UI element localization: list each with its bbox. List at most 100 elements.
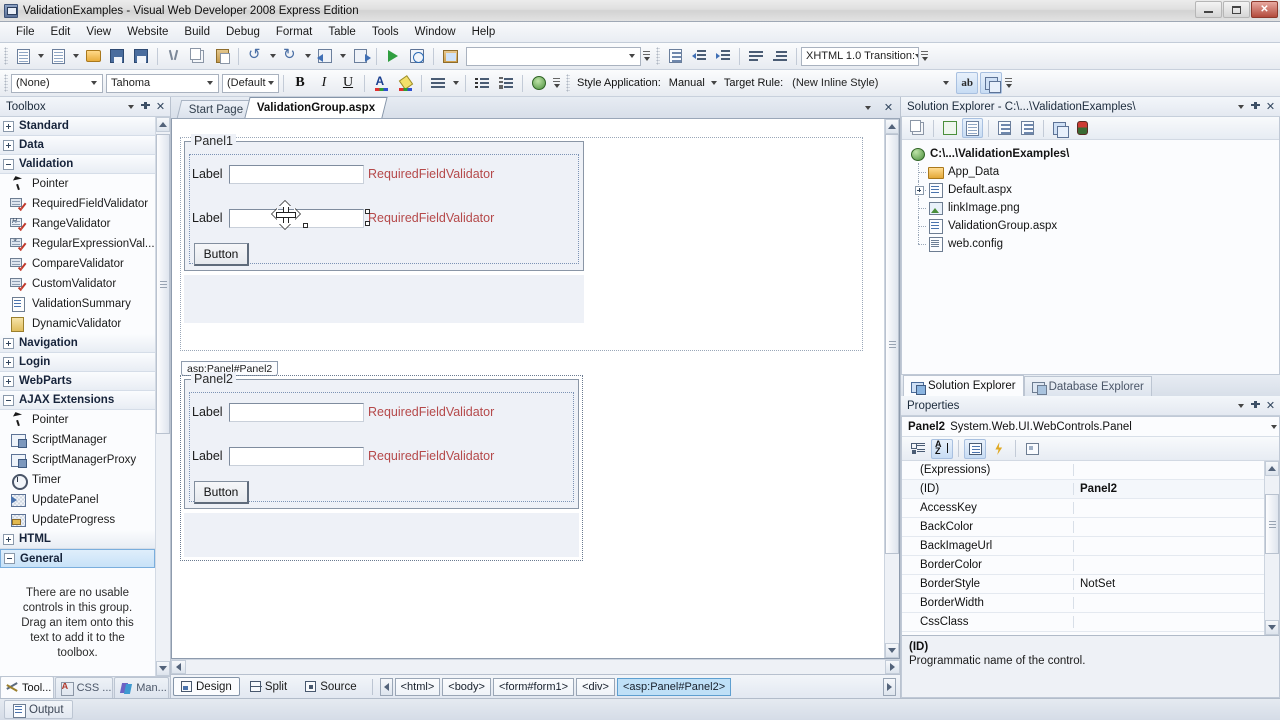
chevron-down-icon[interactable] — [625, 54, 638, 58]
expand-icon[interactable] — [3, 337, 14, 349]
dock-tab-solution-explorer[interactable]: Solution Explorer — [903, 375, 1024, 396]
navigate-backward-dropdown[interactable] — [337, 46, 348, 66]
scroll-track[interactable] — [1265, 476, 1279, 620]
add-new-item-dropdown[interactable] — [70, 46, 81, 66]
expand-icon[interactable] — [3, 533, 14, 545]
toolbox-group-data[interactable]: Data — [0, 136, 155, 155]
menu-debug[interactable]: Debug — [218, 24, 268, 40]
toolbox-menu-button[interactable] — [123, 99, 138, 114]
chevron-down-icon[interactable] — [1271, 424, 1277, 429]
scroll-down-button[interactable] — [885, 643, 899, 658]
toolbar-grip[interactable] — [566, 74, 570, 92]
document-close-button[interactable]: ✕ — [881, 100, 896, 115]
breadcrumb-div[interactable]: <div> — [576, 677, 615, 696]
resize-handle-top[interactable] — [365, 209, 370, 214]
document-tab-menu-button[interactable] — [860, 100, 875, 115]
toolbox-item-requiredfieldvalidator[interactable]: RequiredFieldValidator — [0, 194, 155, 214]
view-in-browser-button[interactable] — [406, 45, 428, 67]
copy-button[interactable] — [187, 45, 209, 67]
design-view-button[interactable]: Design — [173, 677, 240, 696]
find-combo[interactable] — [466, 46, 641, 66]
tree-item-web-config[interactable]: web.config — [910, 235, 1279, 253]
toolbar-overflow-button[interactable] — [919, 51, 930, 61]
collapse-icon[interactable] — [3, 394, 14, 406]
dock-tab-css-properties[interactable]: CSS ... — [54, 677, 114, 698]
property-row-bordercolor[interactable]: BorderColor — [902, 556, 1264, 575]
scroll-track[interactable] — [186, 660, 885, 674]
property-row-id[interactable]: (ID) Panel2 — [902, 480, 1264, 499]
toolbox-item-updateprogress[interactable]: UpdateProgress — [0, 510, 155, 530]
undo-button[interactable] — [244, 45, 266, 67]
toolbar-grip[interactable] — [656, 47, 660, 65]
property-row-expressions[interactable]: (Expressions) — [902, 461, 1264, 480]
toolbox-group-login[interactable]: Login — [0, 353, 155, 372]
tree-item-app-data[interactable]: App_Data — [910, 163, 1279, 181]
toolbox-group-validation[interactable]: Validation — [0, 155, 155, 174]
scroll-up-button[interactable] — [1265, 461, 1279, 476]
toolbox-item-dynamicvalidator[interactable]: DynamicValidator — [0, 314, 155, 334]
hyperlink-button[interactable] — [528, 72, 550, 94]
property-row-accesskey[interactable]: AccessKey — [902, 499, 1264, 518]
foreground-color-button[interactable] — [370, 72, 392, 94]
expand-icon[interactable] — [3, 139, 14, 151]
panel1-validator-2[interactable]: RequiredFieldValidator — [368, 211, 494, 225]
collapse-icon[interactable] — [3, 158, 14, 170]
toolbox-item-pointer[interactable]: Pointer — [0, 174, 155, 194]
panel1-button[interactable]: Button — [194, 243, 249, 266]
solution-explorer-pin-button[interactable] — [1248, 99, 1263, 114]
start-debugging-button[interactable] — [382, 45, 404, 67]
toolbox-item-timer[interactable]: Timer — [0, 470, 155, 490]
document-tab-validationgroup-aspx[interactable]: ValidationGroup.aspx — [244, 97, 389, 118]
css-block-button[interactable] — [664, 45, 686, 67]
property-row-borderstyle[interactable]: BorderStyle NotSet — [902, 575, 1264, 594]
toolbar-overflow-button[interactable] — [551, 78, 562, 88]
menu-table[interactable]: Table — [320, 24, 364, 40]
panel2-validator-2[interactable]: RequiredFieldValidator — [368, 449, 494, 463]
toolbox-close-button[interactable]: ✕ — [153, 99, 168, 114]
breadcrumb-html[interactable]: <html> — [394, 677, 441, 696]
menu-edit[interactable]: Edit — [43, 24, 79, 40]
menu-file[interactable]: File — [8, 24, 43, 40]
document-tab-start-page[interactable]: Start Page — [176, 100, 256, 118]
menu-help[interactable]: Help — [464, 24, 504, 40]
toolbox-item-scriptmanagerproxy[interactable]: ScriptManagerProxy — [0, 450, 155, 470]
property-value[interactable]: NotSet — [1074, 578, 1264, 590]
breadcrumb-asp-panel-panel2[interactable]: <asp:Panel#Panel2> — [616, 677, 732, 696]
property-row-cssclass[interactable]: CssClass — [902, 613, 1264, 632]
redo-button[interactable] — [279, 45, 301, 67]
property-row-backimageurl[interactable]: BackImageUrl — [902, 537, 1264, 556]
toolbar-grip[interactable] — [4, 47, 8, 65]
breadcrumb-scroll-left[interactable] — [379, 677, 393, 696]
toolbox-group-html[interactable]: HTML — [0, 530, 155, 549]
scroll-right-button[interactable] — [885, 660, 900, 674]
breadcrumb-body[interactable]: <body> — [442, 677, 491, 696]
navigate-forward-button[interactable] — [349, 45, 371, 67]
resize-handle-corner[interactable] — [303, 223, 308, 228]
expand-icon[interactable] — [3, 120, 14, 132]
increase-indent-button[interactable] — [712, 45, 734, 67]
toolbox-scrollbar[interactable] — [155, 117, 170, 676]
toolbar-grip[interactable] — [4, 74, 8, 92]
source-view-button[interactable]: Source — [297, 677, 364, 696]
bold-button[interactable]: B — [289, 72, 311, 94]
properties-scrollbar[interactable] — [1264, 461, 1279, 635]
menu-format[interactable]: Format — [268, 24, 320, 40]
toolbox-group-general[interactable]: General — [0, 549, 155, 568]
chevron-down-icon[interactable] — [203, 81, 216, 85]
chevron-down-icon[interactable] — [87, 81, 100, 85]
undo-dropdown[interactable] — [267, 46, 278, 66]
scroll-track[interactable] — [156, 132, 170, 661]
panel2-textbox-2[interactable] — [229, 447, 364, 466]
chevron-down-icon[interactable] — [939, 81, 952, 85]
subscript-button[interactable] — [769, 45, 791, 67]
scroll-track[interactable] — [885, 134, 899, 643]
save-button[interactable] — [106, 45, 128, 67]
scroll-down-button[interactable] — [1265, 620, 1279, 635]
panel1-validator-1[interactable]: RequiredFieldValidator — [368, 167, 494, 181]
toolbox-item-regularexpressionvalidator[interactable]: RegularExpressionVal... — [0, 234, 155, 254]
new-website-dropdown[interactable] — [35, 46, 46, 66]
menu-window[interactable]: Window — [407, 24, 464, 40]
paste-button[interactable] — [211, 45, 233, 67]
scroll-down-button[interactable] — [156, 661, 170, 676]
design-vertical-scrollbar[interactable] — [884, 119, 899, 658]
